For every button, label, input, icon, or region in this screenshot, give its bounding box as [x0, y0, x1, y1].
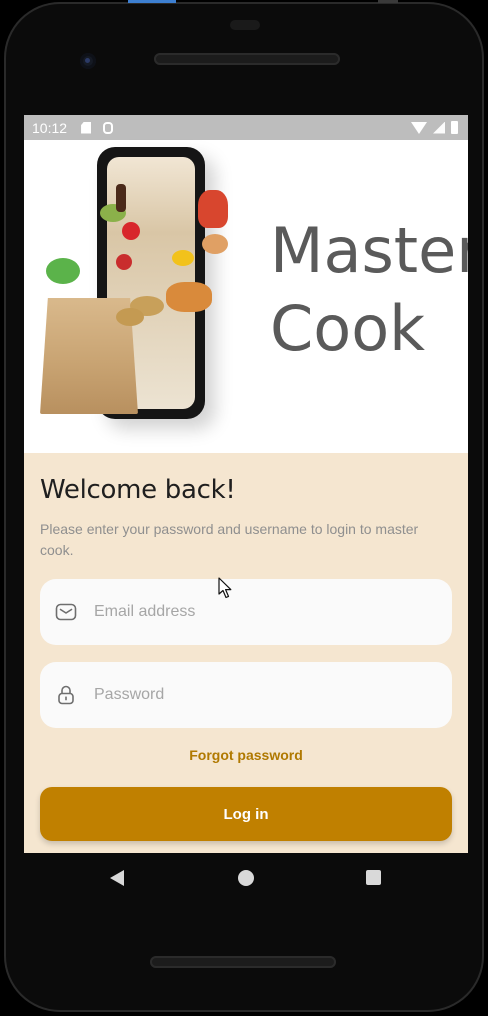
top-indicator: [128, 0, 176, 3]
welcome-subtitle: Please enter your password and username …: [40, 521, 419, 558]
lettuce-illustration: [46, 258, 80, 284]
status-bar: 10:12: [24, 115, 468, 140]
android-navigation-bar: [24, 853, 468, 903]
battery-icon: [451, 121, 458, 134]
email-field[interactable]: [40, 579, 452, 645]
password-input[interactable]: [92, 685, 416, 705]
top-indicator-right: [378, 0, 398, 3]
pepper-illustration: [172, 250, 194, 266]
bottom-speaker: [150, 956, 336, 968]
tomato-illustration: [122, 222, 140, 240]
top-speaker: [154, 53, 340, 65]
welcome-title: Welcome back!: [40, 475, 236, 505]
app-title-line-2: Cook: [270, 292, 426, 365]
app-title-line-1: Master: [270, 214, 468, 287]
bottle-illustration: [116, 184, 126, 212]
status-time: 10:12: [32, 119, 68, 136]
app-title: Master Cook: [270, 212, 468, 368]
mail-icon: [54, 600, 78, 624]
front-camera: [80, 53, 96, 69]
wifi-icon: [411, 121, 427, 134]
status-right-icons: [411, 121, 458, 134]
login-button[interactable]: Log in: [40, 787, 452, 841]
login-panel: Welcome back! Please enter your password…: [24, 453, 468, 853]
email-input[interactable]: [92, 602, 416, 622]
lock-icon: [54, 683, 78, 707]
lobster-illustration: [198, 190, 228, 228]
recent-apps-icon[interactable]: [366, 870, 381, 885]
app-notification-icon: [103, 121, 114, 134]
back-icon[interactable]: [110, 870, 124, 886]
sd-card-icon: [81, 121, 92, 134]
earpiece: [230, 20, 260, 30]
bread-illustration: [166, 282, 212, 312]
hero-banner: Master Cook: [24, 140, 468, 453]
potato-illustration-2: [116, 308, 144, 326]
cell-signal-icon: [433, 121, 445, 134]
bun-illustration: [202, 234, 228, 254]
password-field[interactable]: [40, 662, 452, 728]
home-icon[interactable]: [238, 870, 254, 886]
app-screen: 10:12 Master Cook Welcome back! Please e…: [24, 115, 468, 853]
forgot-password-link[interactable]: Forgot password: [40, 747, 452, 763]
strawberry-illustration: [116, 254, 132, 270]
